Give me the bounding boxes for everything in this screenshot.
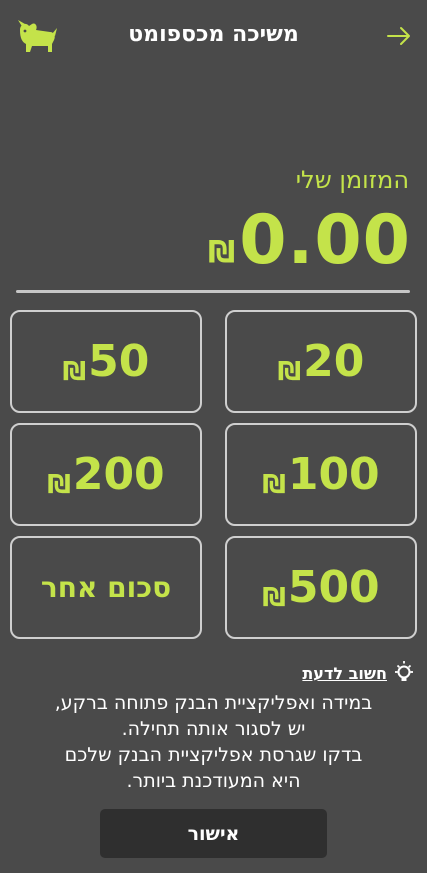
other-amount-label: סכום אחר (40, 571, 172, 604)
important-info-link[interactable]: חשוב לדעת (302, 664, 387, 683)
notice-line: היא המעודכנת ביותר. (126, 770, 301, 792)
notice-line: במידה ואפליקציית הבנק פתוחה ברקע, (54, 692, 373, 714)
header: משיכה מכספומט (0, 0, 427, 72)
currency-symbol: ₪ (262, 470, 286, 500)
amount-value: 100 (287, 449, 380, 500)
amount-value: 500 (287, 562, 380, 613)
cash-label: המזומן שלי (295, 166, 409, 194)
currency-symbol: ₪ (277, 357, 302, 387)
lightbulb-icon (393, 660, 415, 686)
notice-text: במידה ואפליקציית הבנק פתוחה ברקע, יש לסג… (10, 690, 417, 794)
confirm-button[interactable]: אישור (100, 809, 327, 858)
notice-line: יש לסגור אותה תחילה. (121, 718, 306, 740)
currency-symbol: ₪ (262, 583, 286, 613)
divider (16, 290, 410, 293)
arrow-right-icon[interactable] (385, 22, 413, 50)
currency-symbol: ₪ (47, 470, 71, 500)
amount-100-button[interactable]: ₪ 100 (225, 423, 417, 526)
important-info[interactable]: חשוב לדעת (302, 660, 415, 686)
page-title: משיכה מכספומט (128, 22, 299, 47)
other-amount-button[interactable]: סכום אחר (10, 536, 202, 639)
notice-line: בדקו שגרסת אפליקציית הבנק שלכם (64, 744, 363, 766)
amount-value: 200 (72, 449, 165, 500)
amount-200-button[interactable]: ₪ 200 (10, 423, 202, 526)
balance-currency: ₪ (208, 235, 236, 270)
amount-500-button[interactable]: ₪ 500 (225, 536, 417, 639)
amount-grid: ₪ 20 ₪ 50 ₪ 100 ₪ 200 ₪ 500 סכום אחר (10, 310, 417, 643)
amount-value: 50 (88, 336, 150, 387)
amount-20-button[interactable]: ₪ 20 (225, 310, 417, 413)
amount-value: 20 (303, 336, 365, 387)
balance-amount: 0.00 (239, 201, 411, 280)
balance-display: ₪ 0.00 (208, 200, 411, 280)
currency-symbol: ₪ (62, 357, 87, 387)
amount-50-button[interactable]: ₪ 50 (10, 310, 202, 413)
